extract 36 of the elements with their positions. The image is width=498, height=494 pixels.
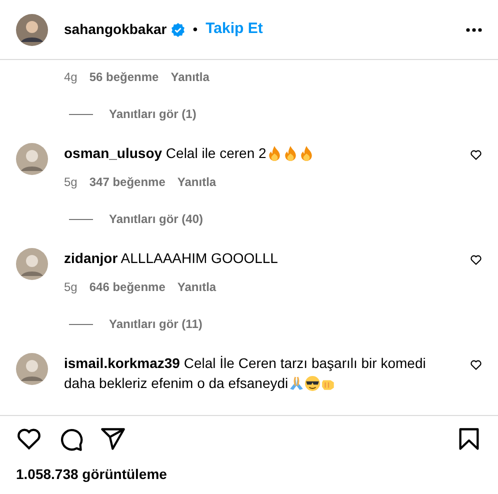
- bookmark-icon[interactable]: [456, 426, 482, 452]
- more-options-icon[interactable]: [466, 28, 482, 32]
- comment-time: 4g: [64, 69, 78, 86]
- view-replies-button[interactable]: Yanıtları gör (11): [109, 314, 202, 334]
- heart-icon[interactable]: [470, 149, 482, 161]
- likes-count-button[interactable]: 646 beğenme: [89, 277, 166, 297]
- reply-button[interactable]: Yanıtla: [177, 172, 216, 192]
- reply-button[interactable]: Yanıtla: [170, 67, 210, 87]
- likes-count-button[interactable]: 56 beğenme: [89, 67, 159, 87]
- likes-count-button[interactable]: 347 beğenme: [89, 172, 166, 192]
- avatar: [16, 143, 48, 175]
- heart-icon[interactable]: [470, 254, 482, 266]
- comment-text: zidanjor ALLLAAAHIM GOOOLLL: [64, 250, 278, 266]
- reply-button[interactable]: Yanıtla: [177, 277, 216, 297]
- avatar: [16, 353, 48, 385]
- avatar: [16, 14, 48, 46]
- like-icon[interactable]: [16, 426, 42, 452]
- comment-text: osman_ulusoy Celal ile ceren 2: [64, 145, 314, 161]
- username[interactable]: sahangokbakar: [64, 19, 167, 40]
- comment-icon[interactable]: [58, 426, 84, 452]
- comment-time: 5g: [64, 174, 78, 191]
- view-replies-button[interactable]: Yanıtları gör (1): [109, 104, 196, 124]
- avatar: [16, 248, 48, 280]
- comment-time: 5g: [64, 279, 78, 296]
- pray-emoji-icon: [289, 376, 304, 391]
- comment-text: ismail.korkmaz39 Celal İle Ceren tarzı başarılı bir komedi daha bekleriz efenim o da efsaneydi: [64, 355, 426, 391]
- follow-button[interactable]: Takip Et: [206, 18, 263, 41]
- fire-emoji-icon: [283, 146, 298, 161]
- separator-dot: •: [192, 20, 198, 39]
- sunglasses-emoji-icon: [305, 376, 320, 391]
- fire-emoji-icon: [299, 146, 314, 161]
- heart-icon[interactable]: [470, 359, 482, 371]
- fire-emoji-icon: [267, 146, 282, 161]
- views-count: 1.058.738 görüntüleme: [16, 466, 167, 482]
- view-replies-button[interactable]: Yanıtları gör (40): [109, 209, 204, 229]
- send-icon[interactable]: [100, 426, 126, 452]
